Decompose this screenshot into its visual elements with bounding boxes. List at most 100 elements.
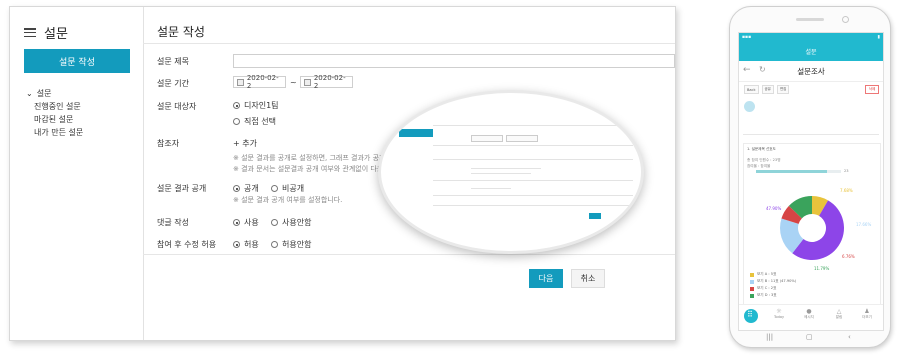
start-date-value: 2020-02-2 bbox=[246, 74, 279, 90]
radio-icon bbox=[271, 241, 278, 248]
pie-slice-label: 7.68% bbox=[840, 188, 853, 193]
person-icon: ♟ bbox=[864, 308, 870, 315]
nav-today[interactable]: ☼ Today bbox=[769, 308, 789, 319]
menu-icon[interactable] bbox=[24, 28, 36, 37]
sidebar-item-ongoing[interactable]: 진행중인 설문 bbox=[26, 100, 83, 113]
edit-allow-option[interactable]: 허용 bbox=[233, 239, 259, 250]
target-option-label: 디자인1팀 bbox=[244, 101, 279, 110]
home-icon[interactable]: ▢ bbox=[806, 333, 813, 341]
result-pie-chart: 7.68% 47.90% 17.66% 6.76% 11.79% bbox=[766, 188, 871, 271]
period-label: 설문 기간 bbox=[157, 79, 189, 88]
comments-on-option[interactable]: 사용 bbox=[233, 217, 259, 228]
page-title: 설문 작성 bbox=[157, 25, 205, 39]
rate-label: 참여율 : 참여율 bbox=[747, 164, 771, 168]
rate-value: 23 bbox=[844, 169, 849, 173]
radio-checked-icon bbox=[233, 219, 240, 226]
comments-off-option[interactable]: 사용안함 bbox=[271, 217, 311, 228]
bell-icon: △ bbox=[836, 308, 842, 315]
zoom-box bbox=[506, 135, 538, 142]
radio-checked-icon bbox=[233, 185, 240, 192]
legend-label: 보기 A : 5표 bbox=[757, 272, 777, 276]
target-option-direct[interactable]: 직접 선택 bbox=[233, 116, 276, 127]
legend-swatch bbox=[750, 286, 754, 291]
signal-icon: ▪▪▪ bbox=[742, 34, 752, 40]
radio-icon bbox=[271, 185, 278, 192]
recent-apps-icon[interactable]: ||| bbox=[766, 333, 773, 341]
section-divider bbox=[743, 134, 879, 135]
sidebar-item-mine[interactable]: 내가 만든 설문 bbox=[26, 126, 83, 139]
phone-mockup: ▪▪▪ ▮ 설문 ← ↻ 설문조사 Back 공유 편집 삭제 1. 설문제목 … bbox=[729, 6, 891, 348]
chip-back[interactable]: Back bbox=[744, 85, 759, 94]
sidebar-header: 설문 bbox=[24, 23, 68, 42]
period-separator: ~ bbox=[290, 78, 297, 87]
radio-icon bbox=[233, 118, 240, 125]
pie-slice-label: 6.76% bbox=[842, 254, 855, 259]
start-date-input[interactable]: 2020-02-2 bbox=[233, 74, 286, 90]
zoom-line bbox=[471, 173, 531, 174]
chevron-down-icon: ⌄ bbox=[26, 89, 33, 98]
nav-more[interactable]: ♟ 더보기 bbox=[857, 308, 877, 320]
back-system-icon[interactable]: ‹ bbox=[848, 333, 851, 341]
zoom-line bbox=[433, 125, 633, 126]
cancel-button[interactable]: 취소 bbox=[571, 269, 605, 288]
legend-label: 보기 C : 2표 bbox=[757, 286, 777, 290]
zoom-lens bbox=[378, 90, 644, 254]
target-option-label: 직접 선택 bbox=[244, 117, 276, 126]
chip-edit[interactable]: 편집 bbox=[776, 85, 790, 94]
zoom-line bbox=[433, 195, 633, 196]
pie-slice-label: 11.79% bbox=[814, 266, 829, 271]
battery-icon: ▮ bbox=[877, 34, 880, 40]
phone-screen: ▪▪▪ ▮ 설문 ← ↻ 설문조사 Back 공유 편집 삭제 1. 설문제목 … bbox=[738, 32, 884, 331]
zoom-accent-bar bbox=[399, 129, 433, 137]
question-title: 1. 설문제목 선호도 bbox=[747, 147, 776, 151]
nav-message[interactable]: ● 메시지 bbox=[799, 308, 819, 320]
zoom-line bbox=[433, 180, 633, 181]
camera-icon bbox=[842, 16, 849, 23]
radio-label: 허용 bbox=[244, 240, 259, 249]
zoom-line bbox=[433, 159, 633, 160]
radio-checked-icon bbox=[233, 102, 240, 109]
zoom-box bbox=[471, 135, 503, 142]
title-input[interactable] bbox=[233, 54, 675, 68]
status-bar: ▪▪▪ ▮ bbox=[739, 33, 883, 41]
mobile-app-bar: 설문 bbox=[739, 41, 883, 61]
legend-item: 보기 B : 11표 (47.90%) bbox=[750, 279, 796, 284]
radio-label: 공개 bbox=[244, 184, 259, 193]
legend-swatch bbox=[750, 272, 754, 277]
calendar-icon bbox=[304, 78, 311, 86]
title-label: 설문 제목 bbox=[157, 57, 189, 66]
target-label: 설문 대상자 bbox=[157, 102, 197, 111]
legend-label: 보기 B : 11표 (47.90%) bbox=[757, 279, 797, 283]
create-survey-button[interactable]: 설문 작성 bbox=[24, 49, 130, 73]
legend-item: 보기 C : 2표 bbox=[750, 286, 776, 291]
legend-item: 보기 D : 3표 bbox=[750, 293, 777, 298]
pie-slice-label: 47.90% bbox=[766, 206, 781, 211]
participation-label: 총 참여 인원수 : 23명 bbox=[747, 158, 781, 162]
sidebar-item-closed[interactable]: 마감된 설문 bbox=[26, 113, 83, 126]
zoom-line bbox=[471, 188, 511, 189]
nav-alert[interactable]: △ 알림 bbox=[829, 308, 849, 320]
tree-root[interactable]: ⌄ 설문 bbox=[26, 87, 83, 100]
divider bbox=[143, 254, 675, 255]
nav-label: 더보기 bbox=[862, 315, 872, 319]
result-public-option[interactable]: 공개 bbox=[233, 183, 259, 194]
apps-icon[interactable] bbox=[744, 309, 758, 323]
calendar-icon bbox=[237, 78, 244, 86]
system-nav: ||| ▢ ‹ bbox=[730, 330, 890, 347]
add-participant-button[interactable]: + 추가 bbox=[233, 138, 257, 149]
delete-button[interactable]: 삭제 bbox=[865, 85, 879, 94]
avatar bbox=[744, 101, 755, 112]
speaker-icon bbox=[796, 18, 824, 21]
nav-label: Today bbox=[773, 315, 785, 319]
sidebar: 설문 설문 작성 ⌄ 설문 진행중인 설문 마감된 설문 내가 만든 설문 bbox=[10, 7, 144, 340]
result-private-option[interactable]: 비공개 bbox=[271, 183, 304, 194]
target-option-team[interactable]: 디자인1팀 bbox=[233, 100, 279, 111]
zoom-line bbox=[433, 205, 633, 206]
zoom-next-button bbox=[589, 213, 601, 219]
chip-share[interactable]: 공유 bbox=[761, 85, 774, 94]
edit-deny-option[interactable]: 허용안함 bbox=[271, 239, 311, 250]
next-button[interactable]: 다음 bbox=[529, 269, 563, 288]
legend-label: 보기 D : 3표 bbox=[757, 293, 777, 297]
end-date-input[interactable]: 2020-02-2 bbox=[300, 74, 353, 90]
legend-item: 보기 A : 5표 bbox=[750, 272, 776, 277]
